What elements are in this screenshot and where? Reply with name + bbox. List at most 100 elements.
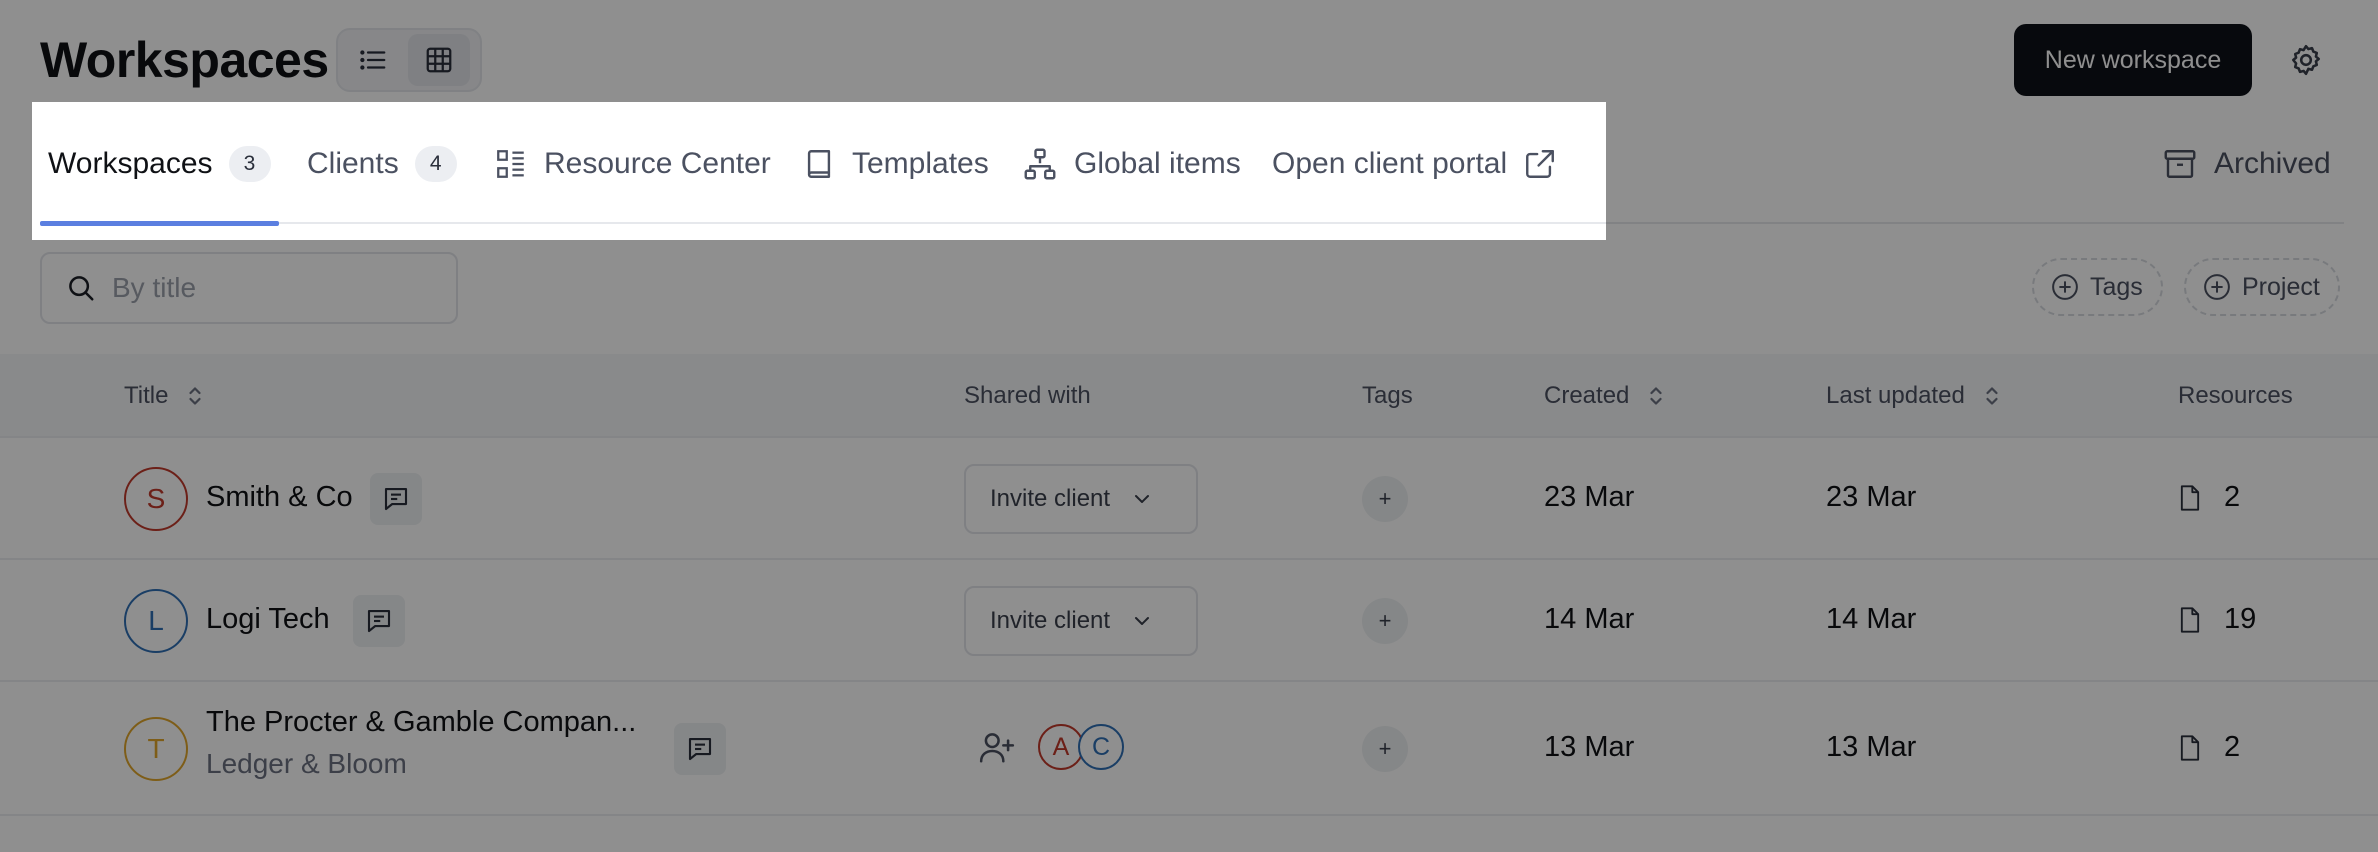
list-icon	[360, 50, 386, 70]
list-view-button[interactable]	[342, 34, 404, 86]
table-row[interactable]: S Smith & Co Invite client + 23 Mar 23 M…	[0, 438, 2378, 560]
column-label: Last updated	[1826, 382, 1965, 409]
external-link-icon	[1526, 150, 1555, 178]
column-label: Resources	[2178, 382, 2293, 409]
resources-count: 2	[2178, 481, 2240, 514]
workspace-title[interactable]: Logi Tech	[206, 603, 330, 636]
column-label: Created	[1544, 382, 1630, 409]
chevron-down-icon	[1135, 495, 1150, 503]
archived-button[interactable]: Archived	[2162, 104, 2331, 224]
settings-button[interactable]	[2282, 36, 2330, 84]
tab-label: Clients	[307, 147, 399, 180]
hierarchy-icon	[1024, 148, 1056, 180]
table-row[interactable]: L Logi Tech Invite client + 14 Mar 14 Ma…	[0, 560, 2378, 682]
active-tab-indicator	[40, 221, 279, 226]
tab-templates[interactable]: Templates	[802, 104, 989, 224]
column-shared-with: Shared with	[964, 354, 1091, 438]
shared-avatar[interactable]: C	[1078, 724, 1124, 770]
tab-workspaces[interactable]: Workspaces 3	[40, 104, 279, 226]
file-icon	[2180, 606, 2200, 633]
search-input[interactable]	[112, 272, 432, 304]
search-icon	[69, 276, 94, 301]
comment-icon	[688, 737, 712, 761]
book-icon	[807, 150, 831, 178]
table-row[interactable]: T The Procter & Gamble Compan... Ledger …	[0, 682, 2378, 816]
avatar: T	[124, 717, 188, 781]
page-title: Workspaces	[40, 32, 329, 88]
invite-label: Invite client	[990, 485, 1111, 512]
count-badge: 3	[228, 146, 271, 182]
view-toggle	[336, 28, 482, 92]
tab-label: Resource Center	[544, 147, 771, 180]
tab-clients[interactable]: Clients 4	[307, 104, 457, 224]
add-tag-button[interactable]: +	[1362, 598, 1408, 644]
column-label: Tags	[1362, 382, 1413, 409]
resources-count: 2	[2178, 731, 2240, 764]
invite-client-dropdown[interactable]: Invite client	[964, 586, 1198, 656]
resources-value: 2	[2224, 731, 2241, 763]
add-user-icon[interactable]	[978, 728, 1016, 766]
created-date: 14 Mar	[1544, 603, 1635, 635]
updated-date: 13 Mar	[1826, 731, 1917, 763]
chip-label: Project	[2242, 272, 2320, 301]
created-date: 23 Mar	[1544, 481, 1635, 513]
tab-label: Templates	[852, 147, 989, 180]
file-icon	[2180, 484, 2200, 511]
comment-icon	[384, 487, 408, 511]
tab-open-client-portal[interactable]: Open client portal	[1272, 104, 1557, 224]
project-filter-chip[interactable]: Project	[2184, 258, 2340, 316]
shared-with-list: A C	[978, 724, 1124, 770]
avatar: S	[124, 467, 188, 531]
tab-label: Open client portal	[1272, 147, 1508, 180]
tab-global-items[interactable]: Global items	[1022, 104, 1241, 224]
comment-button[interactable]	[674, 723, 726, 775]
plus-circle-icon	[2204, 274, 2230, 300]
table-header: Title Shared with Tags Created Last upda…	[0, 354, 2378, 438]
updated-date: 14 Mar	[1826, 603, 1917, 635]
sort-icon	[1650, 387, 1663, 405]
add-tag-button[interactable]: +	[1362, 726, 1408, 772]
comment-icon	[367, 609, 391, 633]
comment-button[interactable]	[370, 473, 422, 525]
resources-value: 19	[2224, 603, 2257, 635]
sort-icon	[1986, 387, 1998, 405]
column-tags: Tags	[1362, 354, 1413, 438]
column-label: Title	[124, 382, 169, 409]
gear-icon	[2291, 44, 2321, 76]
grid-icon	[426, 47, 452, 73]
tab-label: Global items	[1074, 147, 1241, 180]
created-date: 13 Mar	[1544, 731, 1635, 763]
invite-client-dropdown[interactable]: Invite client	[964, 464, 1198, 534]
workspace-title[interactable]: Smith & Co	[206, 481, 353, 514]
workspaces-page: Workspaces New workspace Workspaces 3 Cl…	[0, 0, 2378, 852]
chip-label: Tags	[2090, 272, 2143, 301]
workspace-title[interactable]: The Procter & Gamble Compan...	[206, 706, 636, 739]
chevron-down-icon	[1135, 617, 1150, 625]
search-box	[40, 252, 458, 324]
add-tag-button[interactable]: +	[1362, 476, 1408, 522]
column-resources: Resources	[2178, 354, 2293, 438]
count-badge: 4	[414, 146, 457, 182]
resource-list-icon	[497, 150, 524, 178]
column-last-updated[interactable]: Last updated	[1826, 354, 2001, 438]
archived-label: Archived	[2214, 147, 2331, 180]
resources-count: 19	[2178, 603, 2256, 636]
column-title[interactable]: Title	[124, 354, 204, 438]
sort-icon	[189, 387, 202, 405]
column-created[interactable]: Created	[1544, 354, 1665, 438]
workspace-subtitle: Ledger & Bloom	[206, 748, 407, 779]
dim-overlay	[0, 102, 32, 240]
plus-circle-icon	[2052, 274, 2078, 300]
new-workspace-button[interactable]: New workspace	[2014, 24, 2252, 96]
tab-label: Workspaces	[48, 147, 213, 180]
archive-icon	[2164, 150, 2196, 178]
tab-resource-center[interactable]: Resource Center	[494, 104, 771, 224]
tab-bar: Workspaces 3 Clients 4 Resource Center T…	[40, 104, 2344, 226]
comment-button[interactable]	[353, 595, 405, 647]
file-icon	[2180, 734, 2200, 761]
resources-value: 2	[2224, 481, 2241, 513]
grid-view-button[interactable]	[408, 34, 470, 86]
updated-date: 23 Mar	[1826, 481, 1917, 513]
avatar: L	[124, 589, 188, 653]
tags-filter-chip[interactable]: Tags	[2032, 258, 2163, 316]
